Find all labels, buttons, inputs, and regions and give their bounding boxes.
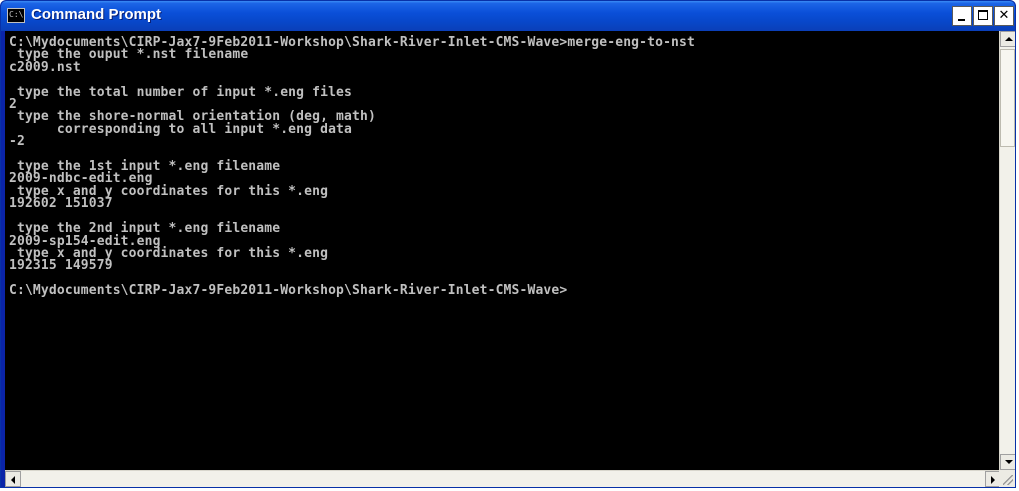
arrow-left-icon: [11, 476, 15, 484]
maximize-button[interactable]: [973, 6, 993, 26]
minimize-button[interactable]: [952, 6, 972, 26]
vertical-scrollbar[interactable]: [999, 31, 1015, 470]
window-controls: ✕: [952, 6, 1014, 26]
console-output[interactable]: C:\Mydocuments\CIRP-Jax7-9Feb2011-Worksh…: [5, 31, 1001, 298]
maximize-icon: [978, 10, 988, 20]
arrow-up-icon: [1005, 37, 1013, 41]
horizontal-scrollbar[interactable]: [5, 470, 1001, 487]
scroll-left-button[interactable]: [5, 471, 21, 487]
title-bar[interactable]: C:\ Command Prompt ✕: [1, 1, 1015, 31]
console-app-icon[interactable]: C:\: [7, 8, 25, 23]
window-title: Command Prompt: [31, 6, 162, 23]
close-icon: ✕: [998, 8, 1010, 23]
arrow-right-icon: [991, 476, 995, 484]
resize-grip[interactable]: [999, 470, 1015, 487]
command-prompt-window: C:\ Command Prompt ✕ C:\Mydocuments\CIRP…: [0, 0, 1016, 488]
arrow-down-icon: [1005, 460, 1013, 464]
close-button[interactable]: ✕: [994, 6, 1014, 26]
minimize-icon: [958, 19, 965, 21]
scroll-down-button[interactable]: [1000, 454, 1015, 470]
vertical-scroll-thumb[interactable]: [1000, 49, 1015, 147]
scroll-up-button[interactable]: [1000, 31, 1015, 47]
console-area[interactable]: C:\Mydocuments\CIRP-Jax7-9Feb2011-Worksh…: [5, 31, 1001, 470]
